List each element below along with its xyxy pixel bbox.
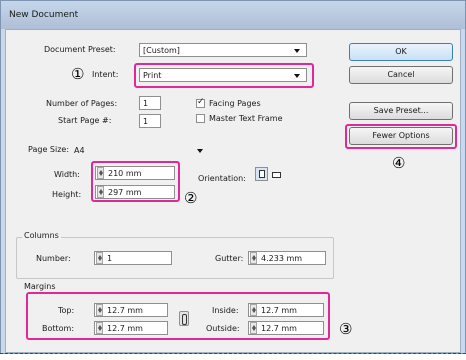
facing-pages-checkbox[interactable] <box>196 97 205 108</box>
document-preset-label: Document Preset: <box>44 45 116 54</box>
gutter-label: Gutter: <box>215 254 244 263</box>
master-text-frame-label: Master Text Frame <box>209 114 283 123</box>
margin-outside-input[interactable]: 12.7 mm <box>248 321 324 335</box>
ok-button[interactable]: OK <box>349 43 453 61</box>
number-of-pages-label: Number of Pages: <box>46 99 118 108</box>
page-size-value: A4 <box>74 146 85 155</box>
height-stepper[interactable] <box>97 186 104 198</box>
annotation-marker-3: ③ <box>339 320 353 338</box>
margin-bottom-input[interactable]: 12.7 mm <box>94 321 168 335</box>
margin-inside-stepper[interactable] <box>250 304 257 316</box>
save-preset-button[interactable]: Save Preset... <box>349 102 453 120</box>
margin-outside-stepper[interactable] <box>250 322 257 334</box>
columns-number-label: Number: <box>36 254 71 263</box>
annotation-marker-2: ② <box>184 189 198 207</box>
facing-pages-label: Facing Pages <box>209 99 261 108</box>
dialog-body: Document Preset: [Custom] ① Intent: Prin… <box>5 29 461 353</box>
portrait-page-icon <box>259 170 265 178</box>
margin-bottom-stepper[interactable] <box>96 322 103 334</box>
columns-group-title: Columns <box>22 231 61 240</box>
number-of-pages-input[interactable]: 1 <box>139 96 161 110</box>
annotation-marker-1: ① <box>71 65 85 83</box>
landscape-orientation-icon[interactable] <box>270 169 283 180</box>
margin-bottom-label: Bottom: <box>42 324 75 333</box>
start-page-input[interactable]: 1 <box>139 114 161 128</box>
chevron-down-icon <box>197 149 203 153</box>
annotation-marker-4: ④ <box>392 154 406 172</box>
gutter-input[interactable]: 4.233 mm <box>248 251 326 265</box>
page-size-label: Page Size: <box>28 145 70 154</box>
title-bar[interactable]: New Document <box>1 1 465 29</box>
page-size-select[interactable]: A4 <box>70 143 210 157</box>
new-document-dialog: New Document Document Preset: [Custom] ①… <box>0 0 466 354</box>
cancel-button[interactable]: Cancel <box>349 66 453 84</box>
margin-outside-label: Outside: <box>206 324 240 333</box>
height-input[interactable]: 297 mm <box>95 185 175 199</box>
start-page-label: Start Page #: <box>58 116 112 125</box>
landscape-page-icon <box>272 172 281 178</box>
torn-edge-divider <box>0 353 466 354</box>
link-margins-icon[interactable] <box>179 311 189 326</box>
margin-top-label: Top: <box>58 306 75 315</box>
document-preset-value: [Custom] <box>143 46 180 55</box>
intent-select[interactable]: Print <box>139 68 307 82</box>
gutter-stepper[interactable] <box>250 252 257 264</box>
intent-label: Intent: <box>92 70 119 79</box>
columns-number-input[interactable]: 1 <box>94 251 172 265</box>
width-label: Width: <box>54 170 80 179</box>
orientation-label: Orientation: <box>198 174 246 183</box>
margins-group-title: Margins <box>22 282 58 291</box>
document-preset-select[interactable]: [Custom] <box>139 43 307 57</box>
width-input[interactable]: 210 mm <box>95 166 175 180</box>
portrait-orientation-icon[interactable] <box>255 167 268 181</box>
fewer-options-button[interactable]: Fewer Options <box>349 127 453 145</box>
margin-top-input[interactable]: 12.7 mm <box>94 303 168 317</box>
columns-number-stepper[interactable] <box>96 252 103 264</box>
chevron-down-icon <box>294 74 300 78</box>
window-title: New Document <box>9 10 79 20</box>
margin-top-stepper[interactable] <box>96 304 103 316</box>
margin-inside-input[interactable]: 12.7 mm <box>248 303 324 317</box>
intent-value: Print <box>143 71 162 80</box>
margin-inside-label: Inside: <box>212 306 239 315</box>
chevron-down-icon <box>294 49 300 53</box>
height-label: Height: <box>52 190 82 199</box>
master-text-frame-checkbox[interactable] <box>196 114 205 123</box>
width-stepper[interactable] <box>97 167 104 179</box>
